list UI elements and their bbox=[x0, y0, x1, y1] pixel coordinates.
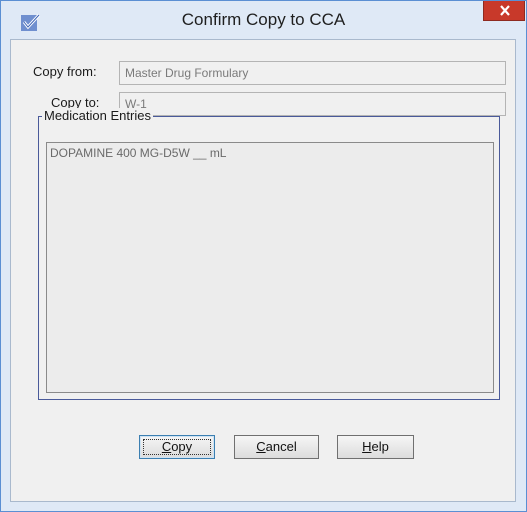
copy-from-label: Copy from: bbox=[33, 64, 97, 79]
list-item[interactable]: DOPAMINE 400 MG-D5W __ mL bbox=[50, 146, 226, 160]
copy-label: opy bbox=[171, 439, 193, 454]
close-button[interactable] bbox=[483, 1, 525, 21]
help-button[interactable]: Help bbox=[337, 435, 414, 459]
close-icon bbox=[500, 5, 510, 16]
title-bar[interactable]: Confirm Copy to CCA bbox=[1, 1, 526, 39]
help-accel: H bbox=[362, 439, 372, 454]
medication-entries-group: Medication Entries DOPAMINE 400 MG-D5W _… bbox=[38, 108, 500, 400]
copy-accel: C bbox=[161, 439, 172, 454]
copy-from-field[interactable]: Master Drug Formulary bbox=[119, 61, 506, 85]
cancel-label: ancel bbox=[265, 439, 297, 454]
dialog-window: Confirm Copy to CCA Copy from: Master Dr… bbox=[0, 0, 527, 512]
cancel-button[interactable]: Cancel bbox=[234, 435, 319, 459]
dialog-title: Confirm Copy to CCA bbox=[181, 10, 346, 29]
copy-button[interactable]: Copy bbox=[139, 435, 215, 459]
cancel-accel: C bbox=[256, 439, 266, 454]
medication-entries-list[interactable]: DOPAMINE 400 MG-D5W __ mL bbox=[46, 142, 494, 393]
copy-to-field[interactable]: W-1 bbox=[119, 92, 506, 116]
dialog-client-area: Copy from: Master Drug Formulary Copy to… bbox=[10, 39, 516, 502]
help-label: elp bbox=[371, 439, 389, 454]
medication-entries-title: Medication Entries bbox=[42, 108, 153, 123]
